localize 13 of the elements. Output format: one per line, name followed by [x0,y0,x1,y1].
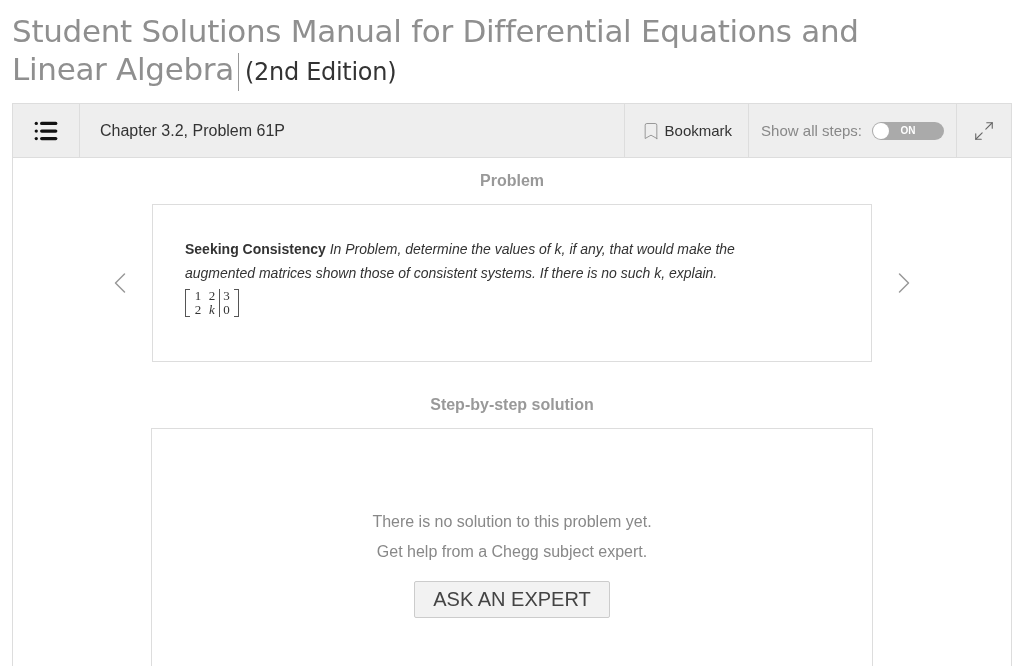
expand-icon[interactable] [973,119,995,142]
steps-label: Show all steps: [761,122,862,139]
problem-heading: Problem [480,172,544,190]
ask-expert-button[interactable]: ASK AN EXPERT [414,581,610,618]
no-solution-text: There is no solution to this problem yet. [372,513,652,531]
help-text: Get help from a Chegg subject expert. [376,543,648,561]
bookmark-button[interactable]: Bookmark [640,120,733,141]
edition-label: (2nd Edition) [238,53,397,91]
augmented-matrix: 1 2 3 2 k 0 [185,289,239,317]
book-title: Student Solutions Manual for Differential Equations and Linear Algebra (2nd Edition) [12,12,942,91]
chapter-label: Chapter 3.2, Problem 61P [100,121,285,140]
problem-text: Seeking Consistency In Problem, determine the values of k, if any, that would make the augmented matrices shown those of consistent systems. If there is no such k, explain. [185,240,736,283]
solution-heading: Step-by-step solution [430,396,594,414]
